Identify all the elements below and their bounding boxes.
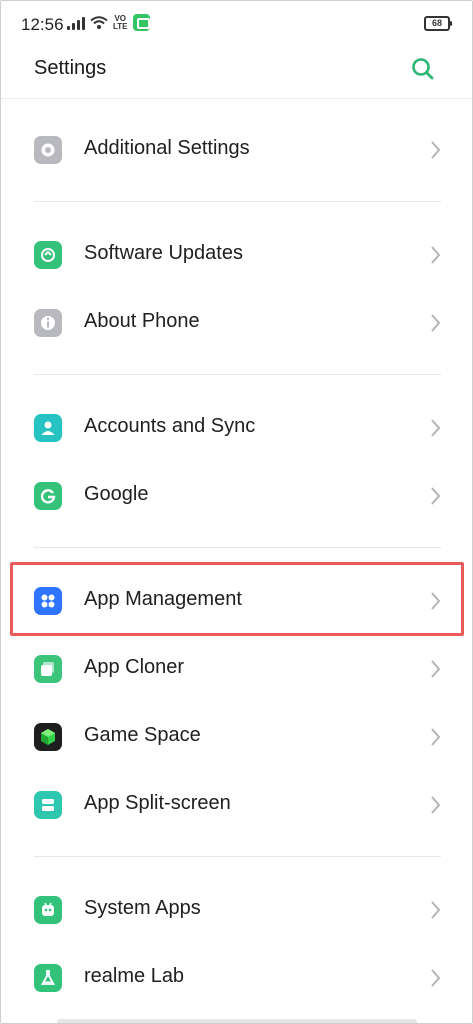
divider (34, 201, 441, 202)
menu-item-label: App Split-screen (84, 792, 231, 814)
menu-item-system-apps[interactable]: System Apps (1, 876, 472, 944)
screen: 12:56 VO LTE 68 Settings Additional Sett… (0, 0, 473, 1024)
chevron-right-icon (431, 141, 441, 159)
menu-item-game-space[interactable]: Game Space (1, 703, 472, 771)
menu-item-software-updates[interactable]: Software Updates (1, 221, 472, 289)
chevron-right-icon (431, 660, 441, 678)
menu-item-label: Additional Settings (84, 137, 250, 159)
menu-item-label: About Phone (84, 310, 200, 332)
menu-item-app-cloner[interactable]: App Cloner (1, 635, 472, 703)
menu-item-label: App Cloner (84, 656, 185, 678)
menu-item-accounts-and-sync[interactable]: Accounts and Sync (1, 394, 472, 462)
status-bar: 12:56 VO LTE 68 (1, 1, 472, 49)
message-notification-icon (132, 14, 150, 31)
google-icon (34, 482, 62, 510)
menu-item-about-phone[interactable]: About Phone (1, 289, 472, 357)
volte-line-2: LTE (113, 21, 128, 31)
divider (34, 856, 441, 857)
menu-item-realme-lab[interactable]: realme Lab (1, 944, 472, 1012)
search-icon[interactable] (410, 56, 436, 82)
page-title: Settings (34, 57, 107, 79)
menu-item-label: Google (84, 483, 149, 505)
app-management-icon (34, 587, 62, 615)
menu-item-label: Accounts and Sync (84, 415, 256, 437)
menu-item-label: System Apps (84, 897, 201, 919)
game-space-icon (34, 723, 62, 751)
menu-item-additional-settings[interactable]: Additional Settings (1, 116, 472, 184)
system-apps-icon (34, 896, 62, 924)
app-cloner-icon (34, 655, 62, 683)
menu-item-label: Game Space (84, 724, 201, 746)
chevron-right-icon (431, 487, 441, 505)
divider (34, 547, 441, 548)
menu-item-google[interactable]: Google (1, 462, 472, 530)
menu-item-app-split-screen[interactable]: App Split-screen (1, 771, 472, 839)
gear-icon (34, 136, 62, 164)
menu-item-label: App Management (84, 588, 242, 610)
chevron-right-icon (431, 419, 441, 437)
chevron-right-icon (431, 728, 441, 746)
volte-indicator: VO LTE (113, 14, 128, 31)
menu-item-label: Software Updates (84, 242, 243, 264)
chevron-right-icon (431, 314, 441, 332)
update-icon (34, 241, 62, 269)
divider (34, 374, 441, 375)
bottom-fade-bar (57, 1019, 417, 1023)
chevron-right-icon (431, 969, 441, 987)
chevron-right-icon (431, 246, 441, 264)
info-icon (34, 309, 62, 337)
signal-icon (67, 16, 85, 30)
chevron-right-icon (431, 796, 441, 814)
split-screen-icon (34, 791, 62, 819)
chevron-right-icon (431, 901, 441, 919)
lab-icon (34, 964, 62, 992)
chevron-right-icon (431, 592, 441, 610)
account-icon (34, 414, 62, 442)
battery-icon: 68 (424, 16, 452, 31)
wifi-icon (90, 15, 108, 29)
menu-item-label: realme Lab (84, 965, 185, 987)
status-icons: VO LTE (67, 14, 150, 31)
menu-item-app-management[interactable]: App Management (1, 567, 472, 635)
status-time: 12:56 (21, 15, 64, 34)
header: Settings (1, 49, 472, 99)
